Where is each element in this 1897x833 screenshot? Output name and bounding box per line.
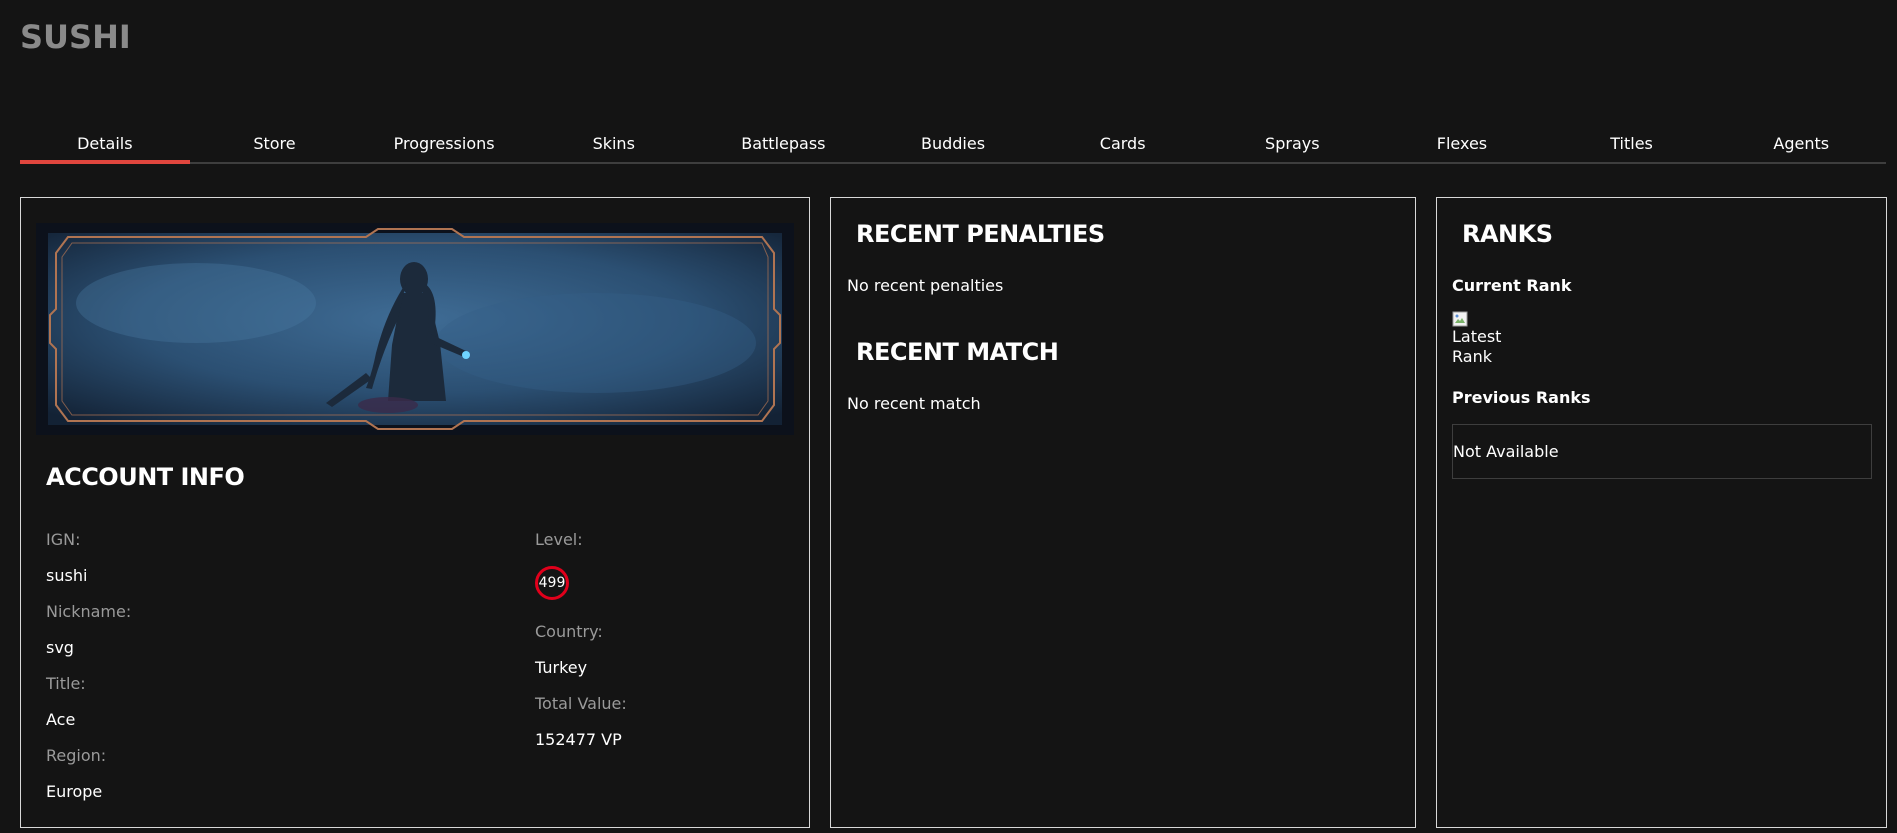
ign-label: IGN: — [46, 530, 81, 549]
region-value: Europe — [46, 782, 103, 801]
country-value: Turkey — [535, 658, 588, 677]
recent-match-heading: RECENT MATCH — [856, 338, 1059, 366]
ign-value: sushi — [46, 566, 88, 585]
ranks-heading: RANKS — [1462, 220, 1553, 248]
tab-details[interactable]: Details — [20, 128, 190, 164]
current-rank-label: Current Rank — [1452, 276, 1572, 295]
ranks-panel: RANKS Current Rank Latest Rank Previous … — [1436, 197, 1887, 828]
player-card-banner — [36, 223, 794, 435]
tab-store[interactable]: Store — [190, 128, 360, 162]
current-rank-alt-text: Latest Rank — [1452, 327, 1502, 366]
tab-battlepass[interactable]: Battlepass — [699, 128, 869, 162]
title-value: Ace — [46, 710, 76, 729]
activity-panel: RECENT PENALTIES No recent penalties REC… — [830, 197, 1416, 828]
previous-ranks-box: Not Available — [1452, 424, 1872, 479]
account-info-heading: ACCOUNT INFO — [46, 463, 245, 491]
tab-progressions[interactable]: Progressions — [359, 128, 529, 162]
previous-ranks-label: Previous Ranks — [1452, 388, 1591, 407]
tab-cards[interactable]: Cards — [1038, 128, 1208, 162]
tab-titles[interactable]: Titles — [1547, 128, 1717, 162]
total-value-value: 152477 VP — [535, 730, 622, 749]
account-panel: ACCOUNT INFO IGN: sushi Nickname: svg Ti… — [20, 197, 810, 828]
title-label: Title: — [46, 674, 86, 693]
recent-match-text: No recent match — [847, 394, 981, 413]
tab-buddies[interactable]: Buddies — [868, 128, 1038, 162]
recent-penalties-heading: RECENT PENALTIES — [856, 220, 1105, 248]
total-value-label: Total Value: — [535, 694, 627, 713]
current-rank-image: Latest Rank — [1452, 311, 1512, 367]
previous-ranks-value: Not Available — [1453, 442, 1559, 461]
player-card-image — [36, 223, 794, 435]
broken-image-icon — [1452, 311, 1468, 327]
tab-bar: Details Store Progressions Skins Battlep… — [20, 128, 1886, 164]
tab-agents[interactable]: Agents — [1716, 128, 1886, 162]
recent-penalties-text: No recent penalties — [847, 276, 1004, 295]
nickname-label: Nickname: — [46, 602, 132, 621]
region-label: Region: — [46, 746, 107, 765]
tab-flexes[interactable]: Flexes — [1377, 128, 1547, 162]
tab-skins[interactable]: Skins — [529, 128, 699, 162]
tab-sprays[interactable]: Sprays — [1207, 128, 1377, 162]
level-label: Level: — [535, 530, 583, 549]
level-badge: 499 — [535, 566, 569, 600]
nickname-value: svg — [46, 638, 74, 657]
page-title: SUSHI — [20, 18, 131, 56]
country-label: Country: — [535, 622, 603, 641]
